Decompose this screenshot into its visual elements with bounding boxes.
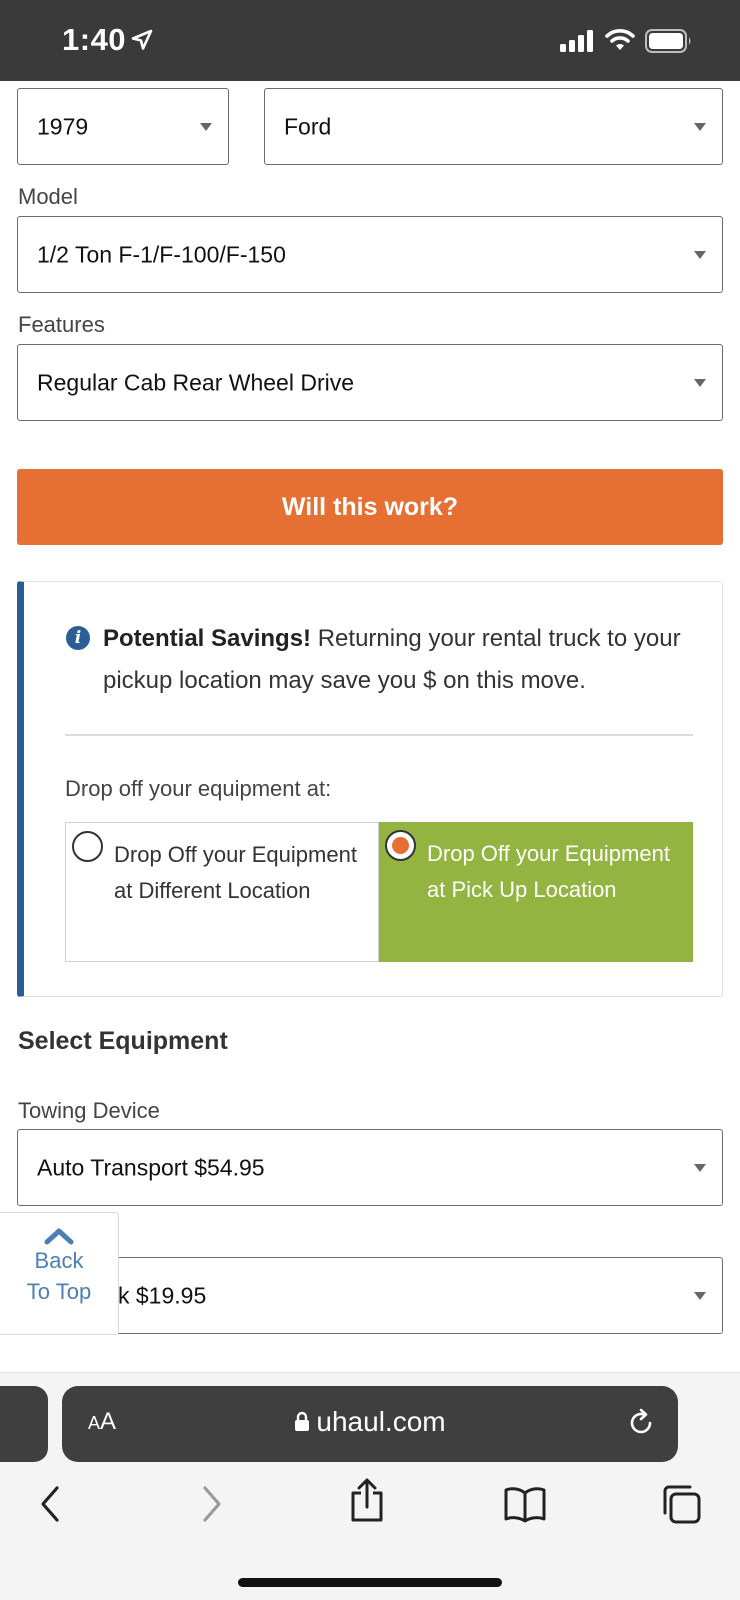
lock-icon bbox=[295, 1411, 310, 1431]
drop-off-pickup-location-option[interactable]: Drop Off your Equipment at Pick Up Locat… bbox=[379, 822, 693, 962]
url-text: uhaul.com bbox=[316, 1406, 446, 1437]
battery-icon bbox=[645, 29, 691, 53]
drop-off-label: Drop off your equipment at: bbox=[65, 776, 332, 801]
location-arrow-icon bbox=[131, 29, 153, 50]
features-label: Features bbox=[18, 312, 105, 337]
option-label: Drop Off your Equipment at Pick Up Locat… bbox=[427, 841, 670, 902]
forward-arrow-icon[interactable] bbox=[200, 1485, 224, 1523]
reload-icon[interactable] bbox=[626, 1408, 656, 1438]
year-select[interactable]: 1979 bbox=[17, 88, 229, 165]
url-display[interactable]: uhaul.com bbox=[62, 1406, 678, 1438]
tabs-icon[interactable] bbox=[660, 1483, 702, 1525]
wifi-icon bbox=[605, 29, 635, 50]
radio-selected[interactable] bbox=[385, 830, 416, 861]
make-select-value: Ford bbox=[284, 113, 332, 139]
bookmarks-icon[interactable] bbox=[503, 1485, 547, 1523]
previous-tab-preview[interactable] bbox=[0, 1386, 48, 1462]
will-this-work-button[interactable]: Will this work? bbox=[17, 469, 723, 545]
make-select[interactable]: Ford bbox=[264, 88, 723, 165]
divider bbox=[65, 734, 693, 736]
option-label: Drop Off your Equipment at Different Loc… bbox=[114, 842, 357, 903]
info-icon: i bbox=[66, 626, 90, 650]
back-to-top-line2: To Top bbox=[26, 1279, 92, 1304]
model-select[interactable]: 1/2 Ton F-1/F-100/F-150 bbox=[17, 216, 723, 293]
status-time: 1:40 bbox=[62, 22, 127, 57]
radio-unselected[interactable] bbox=[72, 831, 103, 862]
chevron-down-icon bbox=[694, 250, 706, 259]
address-bar[interactable]: AA uhaul.com bbox=[62, 1386, 678, 1462]
towing-device-label: Towing Device bbox=[18, 1098, 160, 1123]
select-equipment-heading: Select Equipment bbox=[18, 1027, 228, 1055]
browser-toolbar: AA uhaul.com bbox=[0, 1372, 740, 1600]
towing-device-value: Auto Transport $54.95 bbox=[37, 1154, 265, 1180]
cellular-signal-icon bbox=[560, 30, 593, 52]
chevron-down-icon bbox=[694, 378, 706, 387]
features-select[interactable]: Regular Cab Rear Wheel Drive bbox=[17, 344, 723, 421]
share-icon[interactable] bbox=[348, 1477, 386, 1523]
back-to-top-button[interactable]: Back To Top bbox=[0, 1212, 119, 1335]
back-arrow-icon[interactable] bbox=[38, 1485, 62, 1523]
drop-off-different-location-option[interactable]: Drop Off your Equipment at Different Loc… bbox=[65, 822, 379, 962]
home-indicator bbox=[238, 1578, 502, 1587]
model-select-value: 1/2 Ton F-1/F-100/F-150 bbox=[37, 241, 286, 267]
towing-device-select[interactable]: Auto Transport $54.95 bbox=[17, 1129, 723, 1206]
chevron-down-icon bbox=[694, 1291, 706, 1300]
equipment-select-value: k $19.95 bbox=[118, 1282, 207, 1308]
chevron-down-icon bbox=[200, 122, 212, 131]
savings-headline: Potential Savings! bbox=[103, 625, 312, 652]
chevron-up-icon bbox=[44, 1228, 74, 1245]
model-label: Model bbox=[18, 184, 78, 209]
features-select-value: Regular Cab Rear Wheel Drive bbox=[37, 369, 355, 395]
status-bar: 1:40 bbox=[0, 0, 740, 81]
savings-message: Potential Savings! Returning your rental… bbox=[103, 618, 703, 702]
chevron-down-icon bbox=[694, 1163, 706, 1172]
back-to-top-line1: Back bbox=[34, 1248, 84, 1273]
year-select-value: 1979 bbox=[37, 113, 89, 139]
savings-card: i Potential Savings! Returning your rent… bbox=[17, 581, 723, 997]
chevron-down-icon bbox=[694, 122, 706, 131]
equipment-select[interactable]: k $19.95 bbox=[17, 1257, 723, 1334]
